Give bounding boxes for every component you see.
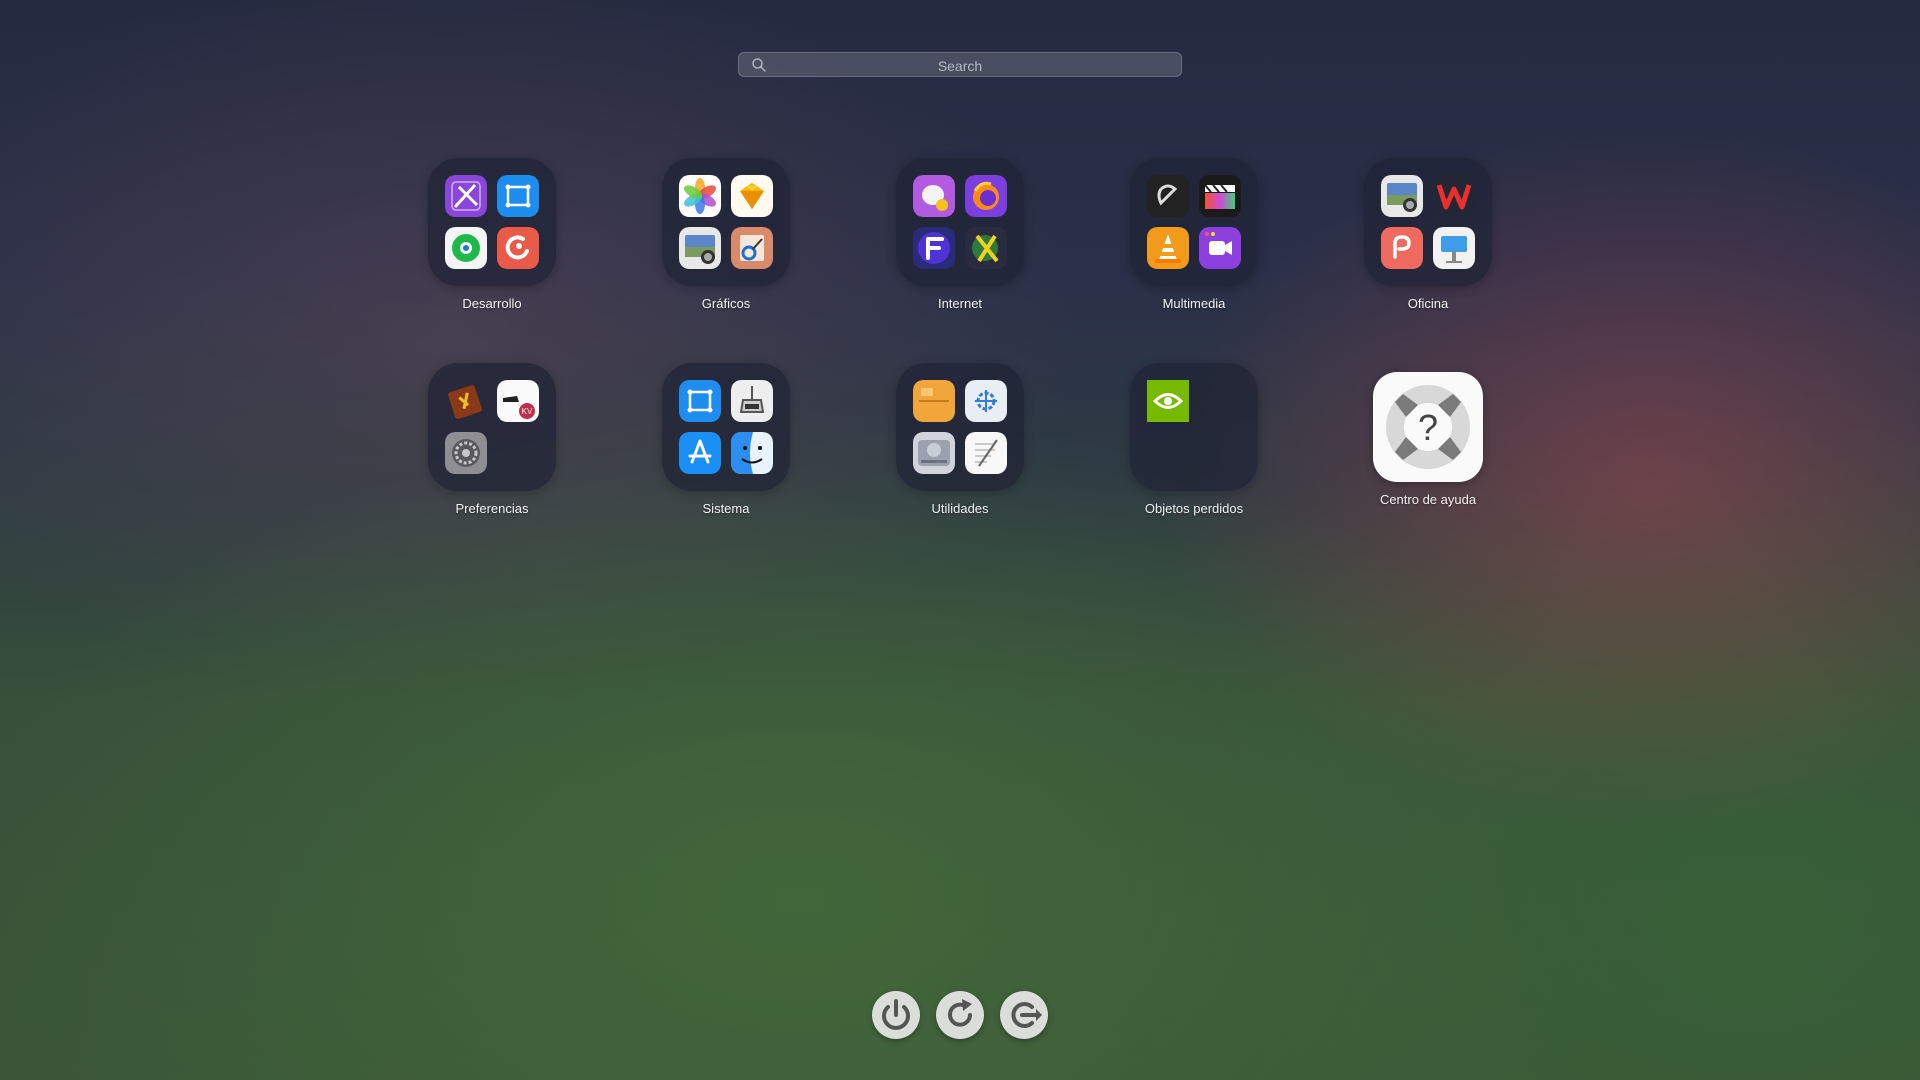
firefox-icon xyxy=(965,175,1007,217)
folder-label: Utilidades xyxy=(931,501,989,516)
folder-icon[interactable] xyxy=(896,158,1024,286)
folder-preferencias[interactable]: KV Preferencias xyxy=(392,363,592,516)
finder-icon xyxy=(731,432,773,474)
disk-utility-icon xyxy=(913,432,955,474)
utility-icon xyxy=(731,380,773,422)
restart-button[interactable] xyxy=(936,991,984,1039)
photos-icon xyxy=(679,175,721,217)
svg-text:?: ? xyxy=(1418,407,1438,448)
folder-icon[interactable] xyxy=(1364,158,1492,286)
folder-label: Gráficos xyxy=(701,296,751,311)
svg-text:KV: KV xyxy=(522,407,533,416)
search-input[interactable] xyxy=(769,53,1151,78)
folder-label: Preferencias xyxy=(455,501,529,516)
system-settings-icon xyxy=(445,432,487,474)
folder-internet[interactable]: Internet xyxy=(860,158,1060,311)
sketch-icon xyxy=(731,175,773,217)
panel-app-icon xyxy=(497,175,539,217)
kde-icon xyxy=(965,380,1007,422)
folder-objetos-perdidos[interactable]: Objetos perdidos xyxy=(1094,363,1294,516)
messenger-bird-icon xyxy=(913,175,955,217)
folder-label: Desarrollo xyxy=(462,296,522,311)
logout-button[interactable] xyxy=(1000,991,1048,1039)
dictionary-icon xyxy=(445,380,487,422)
preview-icon xyxy=(731,227,773,269)
folder-icon[interactable] xyxy=(1130,363,1258,491)
folder-icon[interactable] xyxy=(662,158,790,286)
app-centro-de-ayuda[interactable]: ? Centro de ayuda xyxy=(1328,363,1528,507)
final-cut-icon xyxy=(1199,175,1241,217)
keynote-icon xyxy=(1433,227,1475,269)
xcode-tools-icon xyxy=(445,175,487,217)
power-icon xyxy=(882,999,910,1030)
folder-sistema[interactable]: Sistema xyxy=(626,363,826,516)
folder-graficos[interactable]: Gráficos xyxy=(626,158,826,311)
folder-icon[interactable]: KV xyxy=(428,363,556,491)
nvidia-icon xyxy=(1147,380,1189,422)
folder-label: Multimedia xyxy=(1162,296,1226,311)
folder-desarrollo[interactable]: Desarrollo xyxy=(392,158,592,311)
pdf-reader-icon xyxy=(1381,227,1423,269)
folder-icon[interactable] xyxy=(662,363,790,491)
red-swirl-app-icon xyxy=(497,227,539,269)
f-browser-icon xyxy=(913,227,955,269)
wps-office-icon xyxy=(1433,175,1475,217)
folder-label: Sistema xyxy=(702,501,750,516)
folder-label: Objetos perdidos xyxy=(1144,501,1244,516)
kv-app-icon: KV xyxy=(497,380,539,422)
archive-icon xyxy=(913,380,955,422)
restart-icon xyxy=(948,999,972,1027)
help-lifebuoy-icon[interactable]: ? xyxy=(1373,372,1483,482)
obs-icon xyxy=(1147,175,1189,217)
search-icon xyxy=(752,58,766,72)
green-circle-app-icon xyxy=(445,227,487,269)
power-button[interactable] xyxy=(872,991,920,1039)
folder-label: Internet xyxy=(937,296,983,311)
folder-icon[interactable] xyxy=(896,363,1024,491)
screen-recorder-icon xyxy=(1199,227,1241,269)
textedit-icon xyxy=(965,432,1007,474)
screenshot-icon xyxy=(1381,175,1423,217)
folder-utilidades[interactable]: Utilidades xyxy=(860,363,1060,516)
globe-x-icon xyxy=(965,227,1007,269)
folder-oficina[interactable]: Oficina xyxy=(1328,158,1528,311)
folder-icon[interactable] xyxy=(1130,158,1258,286)
panel-app-icon xyxy=(679,380,721,422)
screenshot-icon xyxy=(679,227,721,269)
search-bar[interactable] xyxy=(738,52,1182,78)
app-store-icon xyxy=(679,432,721,474)
app-label: Centro de ayuda xyxy=(1379,492,1477,507)
folder-label: Oficina xyxy=(1407,296,1449,311)
logout-icon xyxy=(1011,1002,1042,1028)
folder-icon[interactable] xyxy=(428,158,556,286)
folder-multimedia[interactable]: Multimedia xyxy=(1094,158,1294,311)
vlc-icon xyxy=(1147,227,1189,269)
